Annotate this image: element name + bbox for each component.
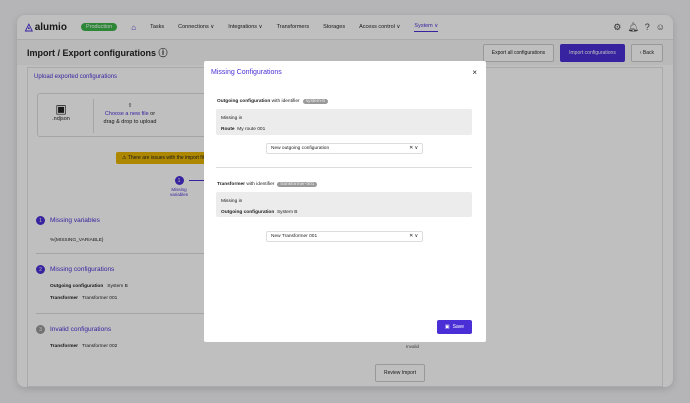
missing-in-box: Missing inRoute My route 001 bbox=[216, 109, 472, 135]
close-icon[interactable]: × bbox=[472, 68, 477, 77]
missing-configurations-modal: Missing Configurations × Outgoing config… bbox=[204, 61, 486, 342]
item-label: Outgoing configuration with identifiersy… bbox=[217, 99, 328, 104]
clear-icon[interactable]: ✕ ∨ bbox=[409, 234, 418, 239]
item-label: Transformer with identifiertransformer-0… bbox=[217, 182, 317, 187]
save-icon: ▣ bbox=[445, 324, 450, 330]
missing-in-box: Missing inOutgoing configuration System … bbox=[216, 192, 472, 217]
save-button[interactable]: ▣Save bbox=[437, 320, 472, 334]
transformer-select[interactable]: New Transformer 001✕ ∨ bbox=[266, 231, 423, 242]
modal-title: Missing Configurations bbox=[211, 69, 282, 76]
outgoing-config-select[interactable]: New outgoing configuration✕ ∨ bbox=[266, 143, 423, 154]
clear-icon[interactable]: ✕ ∨ bbox=[409, 146, 418, 151]
